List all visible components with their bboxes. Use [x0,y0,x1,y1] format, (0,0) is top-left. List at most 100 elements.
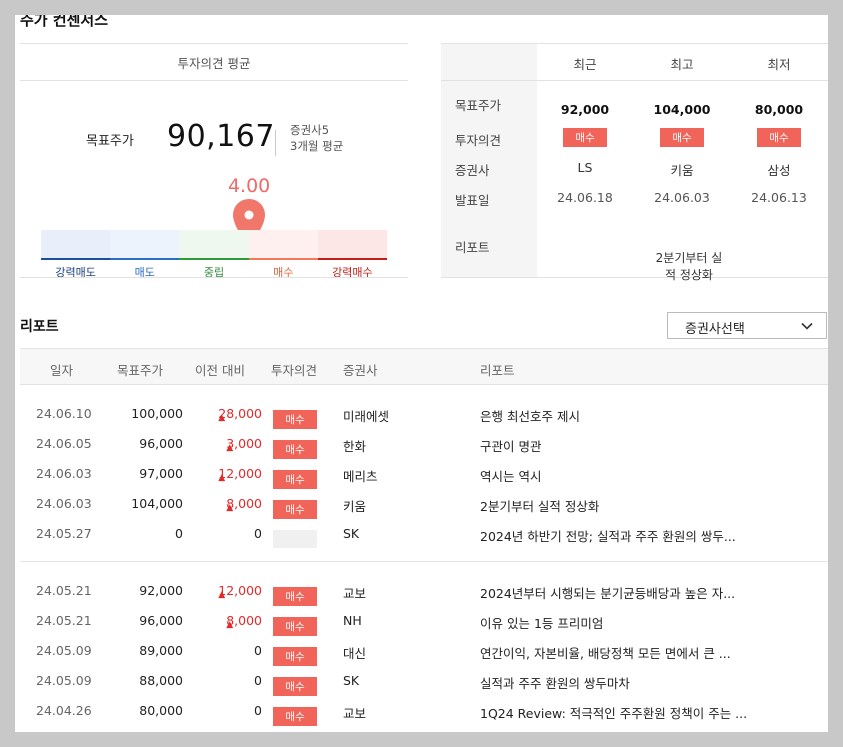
table-row[interactable]: 24.05.09 88,000 0 매수 SK 실적과 주주 환원의 쌍두마차 [20,666,828,696]
broker-select[interactable]: 증권사선택 [667,312,827,339]
recent-date: 24.06.18 [557,190,613,205]
report-line: 적 정상화 [665,268,713,282]
row-broker: NH [343,613,362,628]
row-target-price: 80,000 [139,703,183,718]
group-divider [20,561,828,562]
lowest-date: 24.06.13 [751,190,807,205]
recent-target: 92,000 [560,102,610,117]
table-row[interactable]: 24.06.05 96,000 ▲ 3,000 매수 한화 구관이 명관 [20,429,828,459]
row-broker: 대신 [343,646,367,661]
opinion-badge: 매수 [273,647,317,666]
opinion-badge: 매수 [273,470,317,489]
column-header-highest: 최고 [670,57,694,72]
opinion-badge: 매수 [273,500,317,519]
row-date: 24.06.03 [36,466,92,481]
row-diff: ▲ 12,000 [188,583,262,600]
opinion-badge: 매수 [273,707,317,726]
table-row[interactable]: 24.06.03 104,000 ▲ 8,000 매수 키움 2분기부터 실적 정상화 [20,489,828,519]
gauge-segment-bar [41,258,111,260]
up-triangle-icon: ▲ [226,443,234,453]
row-diff-value: 0 [254,673,262,688]
consensus-summary: 투자의견 평균 목표주가 90,167 증권사5 3개월 평균 4.00 강력매… [20,43,408,279]
column-header-lowest: 최저 [767,57,791,72]
consensus-panel: 주가 컨센서스 투자의견 평균 목표주가 90,167 증권사5 3개월 평균 … [15,15,828,732]
reports-title: 리포트 [20,319,59,335]
gauge-segment [317,230,388,260]
highest-broker: 키움 [670,163,694,178]
row-report-link[interactable]: 2024년 하반기 전망; 실적과 주주 환원의 쌍두... [480,526,780,545]
table-row[interactable]: 24.05.21 92,000 ▲ 12,000 매수 교보 2024년부터 시행되는 분기… [20,576,828,606]
chevron-down-icon [800,319,814,337]
report-line: 2분기부터 실 [655,251,723,265]
table-row[interactable]: 24.06.03 97,000 ▲ 12,000 매수 메리츠 역시는 역시 [20,459,828,489]
highest-report-link[interactable]: 2분기부터 실 적 정상화 [643,250,735,284]
average-period: 3개월 평균 [290,139,344,153]
table-row[interactable]: 24.05.27 0 0 SK 2024년 하반기 전망; 실적과 주주 환원의 쌍두.… [20,519,828,549]
divider [441,277,828,278]
row-date: 24.05.21 [36,613,92,628]
row-report-link[interactable]: 실적과 주주 환원의 쌍두마차 [480,673,780,692]
lowest-opinion: 매수 [731,128,827,147]
gauge-segment-bar [110,258,180,260]
lowest-broker: 삼성 [767,163,791,178]
row-date: 24.06.10 [36,406,92,421]
table-row[interactable]: 24.06.10 100,000 ▲ 28,000 매수 미래에셋 은행 최선호주 제시 [20,399,828,429]
row-report-link[interactable]: 연간이익, 자본비율, 배당정책 모든 면에서 큰 ... [480,643,780,662]
row-date: 24.06.03 [36,496,92,511]
row-target-price: 100,000 [131,406,183,421]
row-diff: 0 [188,526,262,541]
row-report-link[interactable]: 2024년부터 시행되는 분기균등배당과 높은 자... [480,583,780,602]
row-date: 24.05.27 [36,526,92,541]
row-date: 24.05.09 [36,673,92,688]
row-date: 24.06.05 [36,436,92,451]
row-diff: 0 [188,673,262,688]
row-broker: 메리츠 [343,469,378,484]
target-price-meta: 증권사5 3개월 평균 [290,122,343,154]
row-broker: SK [343,673,360,688]
divider [20,277,408,278]
section-title: 주가 컨센서스 [20,15,109,29]
gauge-segment [110,230,180,260]
header-target: 목표주가 [117,363,164,378]
row-report-link[interactable]: 이유 있는 1등 프리미엄 [480,613,780,632]
opinion-badge: 매수 [273,440,317,459]
divider [441,80,828,81]
row-report-link[interactable]: 역시는 역시 [480,466,780,485]
row-diff: ▲ 8,000 [188,613,262,630]
table-row[interactable]: 24.05.09 89,000 0 매수 대신 연간이익, 자본비율, 배당정책 모든 면… [20,636,828,666]
row-broker: SK [343,526,360,541]
opinion-gauge [41,230,388,260]
up-triangle-icon: ▲ [218,473,226,483]
row-report-link[interactable]: 구관이 명관 [480,436,780,455]
up-triangle-icon: ▲ [218,590,226,600]
highest-target: 104,000 [653,102,711,117]
lowest-target: 80,000 [754,102,804,117]
header-report: 리포트 [480,363,515,378]
row-report-link[interactable]: 2분기부터 실적 정상화 [480,496,780,515]
row-date: 24.05.09 [36,643,92,658]
table-row[interactable]: 24.05.21 96,000 ▲ 8,000 매수 NH 이유 있는 1등 프리미엄 [20,606,828,636]
opinion-badge: 매수 [563,128,607,147]
highest-opinion: 매수 [634,128,730,147]
row-broker: 키움 [343,499,367,514]
empty-opinion [273,530,317,548]
row-label-opinion: 투자의견 [455,133,502,148]
row-target-price: 92,000 [139,583,183,598]
row-target-price: 89,000 [139,643,183,658]
target-price-label: 목표주가 [86,134,134,149]
highest-date: 24.06.03 [654,190,710,205]
row-diff-value: 0 [254,643,262,658]
row-report-link[interactable]: 은행 최선호주 제시 [480,406,780,425]
row-report-link[interactable]: 1Q24 Review: 적극적인 주주환원 정책이 주는 ... [480,703,780,722]
table-row[interactable]: 24.04.26 80,000 0 매수 교보 1Q24 Review: 적극적인 주주환… [20,696,828,726]
divider [20,43,408,44]
opinion-badge: 매수 [273,410,317,429]
row-diff-value: 0 [254,526,262,541]
divider [441,43,828,44]
row-label-target: 목표주가 [455,98,502,113]
column-header-recent: 최근 [573,57,597,72]
opinion-badge: 매수 [660,128,704,147]
row-diff: ▲ 3,000 [188,436,262,453]
row-diff: ▲ 8,000 [188,496,262,513]
target-price-value: 90,167 [167,119,275,154]
